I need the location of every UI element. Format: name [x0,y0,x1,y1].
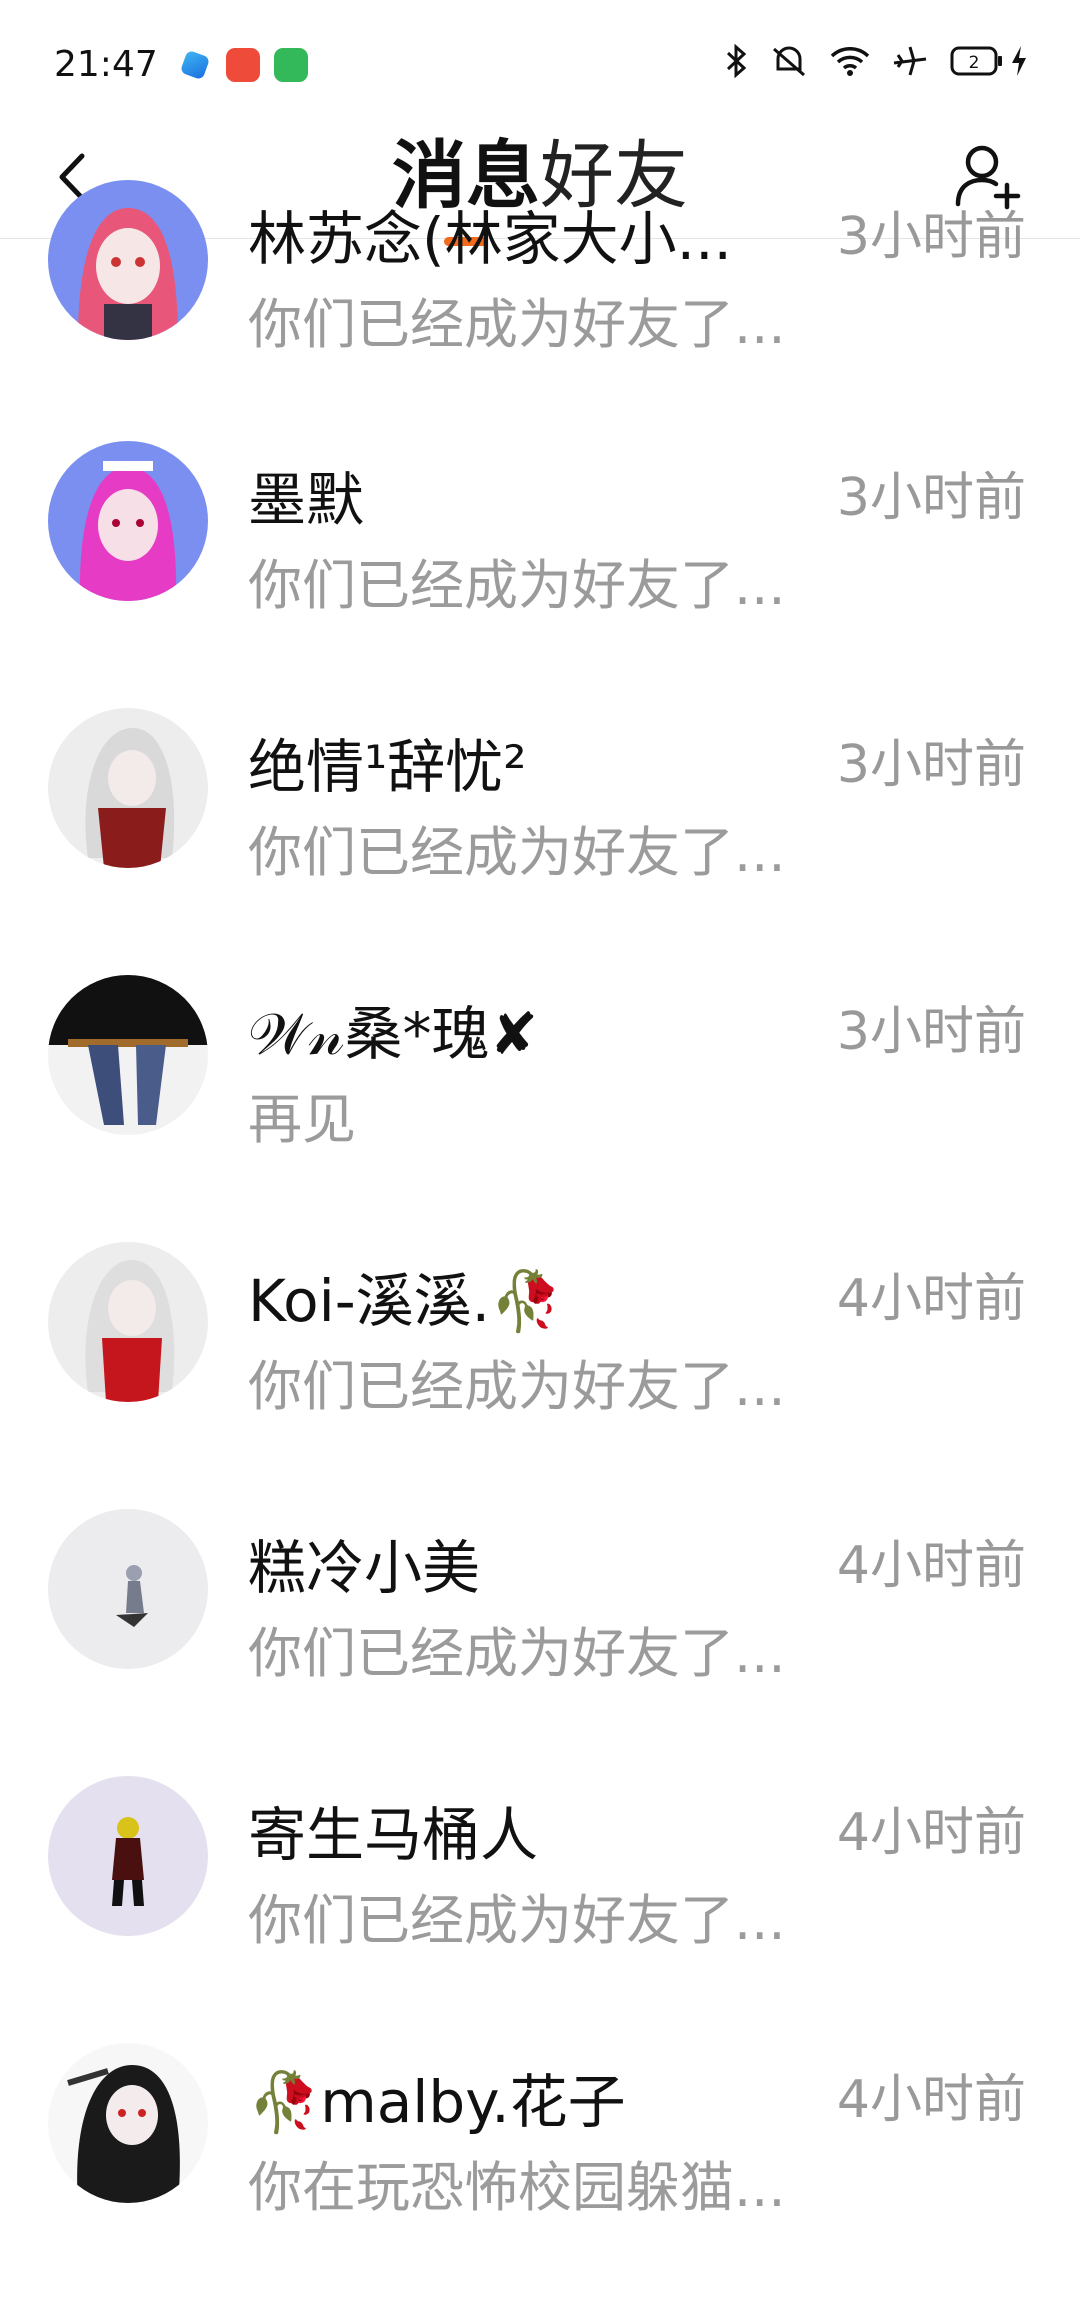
friend-name: 绝情¹辞忧² [248,733,527,801]
list-item[interactable]: 墨默 3小时前 你们已经成为好友了... [0,441,1080,714]
message-time: 4小时前 [836,1803,1026,1863]
friend-name: Koi-溪溪.🥀 [248,1267,563,1335]
message-time: 3小时前 [836,735,1026,795]
friend-name: 林苏念(林家大小... [248,205,732,273]
bluetooth-icon [726,44,747,78]
friend-name: 墨默 [248,466,365,534]
music-app-icon [226,48,260,82]
message-preview: 你在玩恐怖校园躲猫... [248,2156,786,2219]
message-preview: 你们已经成为好友了... [248,1355,786,1418]
list-item[interactable]: 糕冷小美 4小时前 你们已经成为好友了... [0,1509,1080,1782]
avatar[interactable] [48,1242,208,1402]
list-item[interactable]: 🥀malby.花子 4小时前 你在玩恐怖校园躲猫... [0,2043,1080,2316]
message-time: 4小时前 [836,2070,1026,2130]
list-item[interactable]: Koi-溪溪.🥀 4小时前 你们已经成为好友了... [0,1242,1080,1515]
message-preview: 你们已经成为好友了... [248,821,786,884]
notification-icons [178,48,308,82]
avatar[interactable] [48,708,208,868]
app-notification-icon [179,49,211,81]
list-item[interactable]: 寄生马桶人 4小时前 你们已经成为好友了... [0,1776,1080,2049]
avatar[interactable] [48,2043,208,2203]
list-item[interactable]: 𝒲𝓃桑*瑰✘ 3小时前 再见 [0,975,1080,1248]
message-preview: 再见 [248,1088,356,1151]
message-time: 3小时前 [836,1002,1026,1062]
wifi-icon [830,47,870,76]
friend-name: 糕冷小美 [248,1534,481,1602]
friend-list: 林苏念(林家大小... 3小时前 你们已经成为好友了... 墨默 3小时前 你们… [0,180,1080,2316]
battery-level: 2 [969,53,980,73]
avatar[interactable] [48,975,208,1135]
mute-icon [773,46,805,77]
avatar[interactable] [48,1509,208,1669]
list-item[interactable]: 林苏念(林家大小... 3小时前 你们已经成为好友了... [0,180,1080,447]
charging-icon [1012,46,1026,76]
system-status-icons: 2 [724,44,1028,78]
message-time: 4小时前 [836,1536,1026,1596]
status-time: 21:47 [54,44,158,85]
battery-icon: 2 [950,46,1002,76]
message-preview: 你们已经成为好友了... [248,293,786,356]
avatar[interactable] [48,441,208,601]
friend-name: 寄生马桶人 [248,1801,539,1869]
message-time: 4小时前 [836,1269,1026,1329]
avatar[interactable] [48,180,208,340]
avatar[interactable] [48,1776,208,1936]
message-time: 3小时前 [836,207,1026,267]
friend-name: 🥀malby.花子 [248,2068,626,2136]
message-preview: 你们已经成为好友了... [248,1889,786,1952]
message-preview: 你们已经成为好友了... [248,1622,786,1685]
status-bar: 21:47 2 [0,0,1080,120]
message-time: 3小时前 [836,468,1026,528]
message-preview: 你们已经成为好友了... [248,554,786,617]
store-app-icon [274,48,308,82]
list-item[interactable]: 绝情¹辞忧² 3小时前 你们已经成为好友了... [0,708,1080,981]
friend-name: 𝒲𝓃桑*瑰✘ [248,1000,539,1068]
airplane-icon [893,46,927,76]
